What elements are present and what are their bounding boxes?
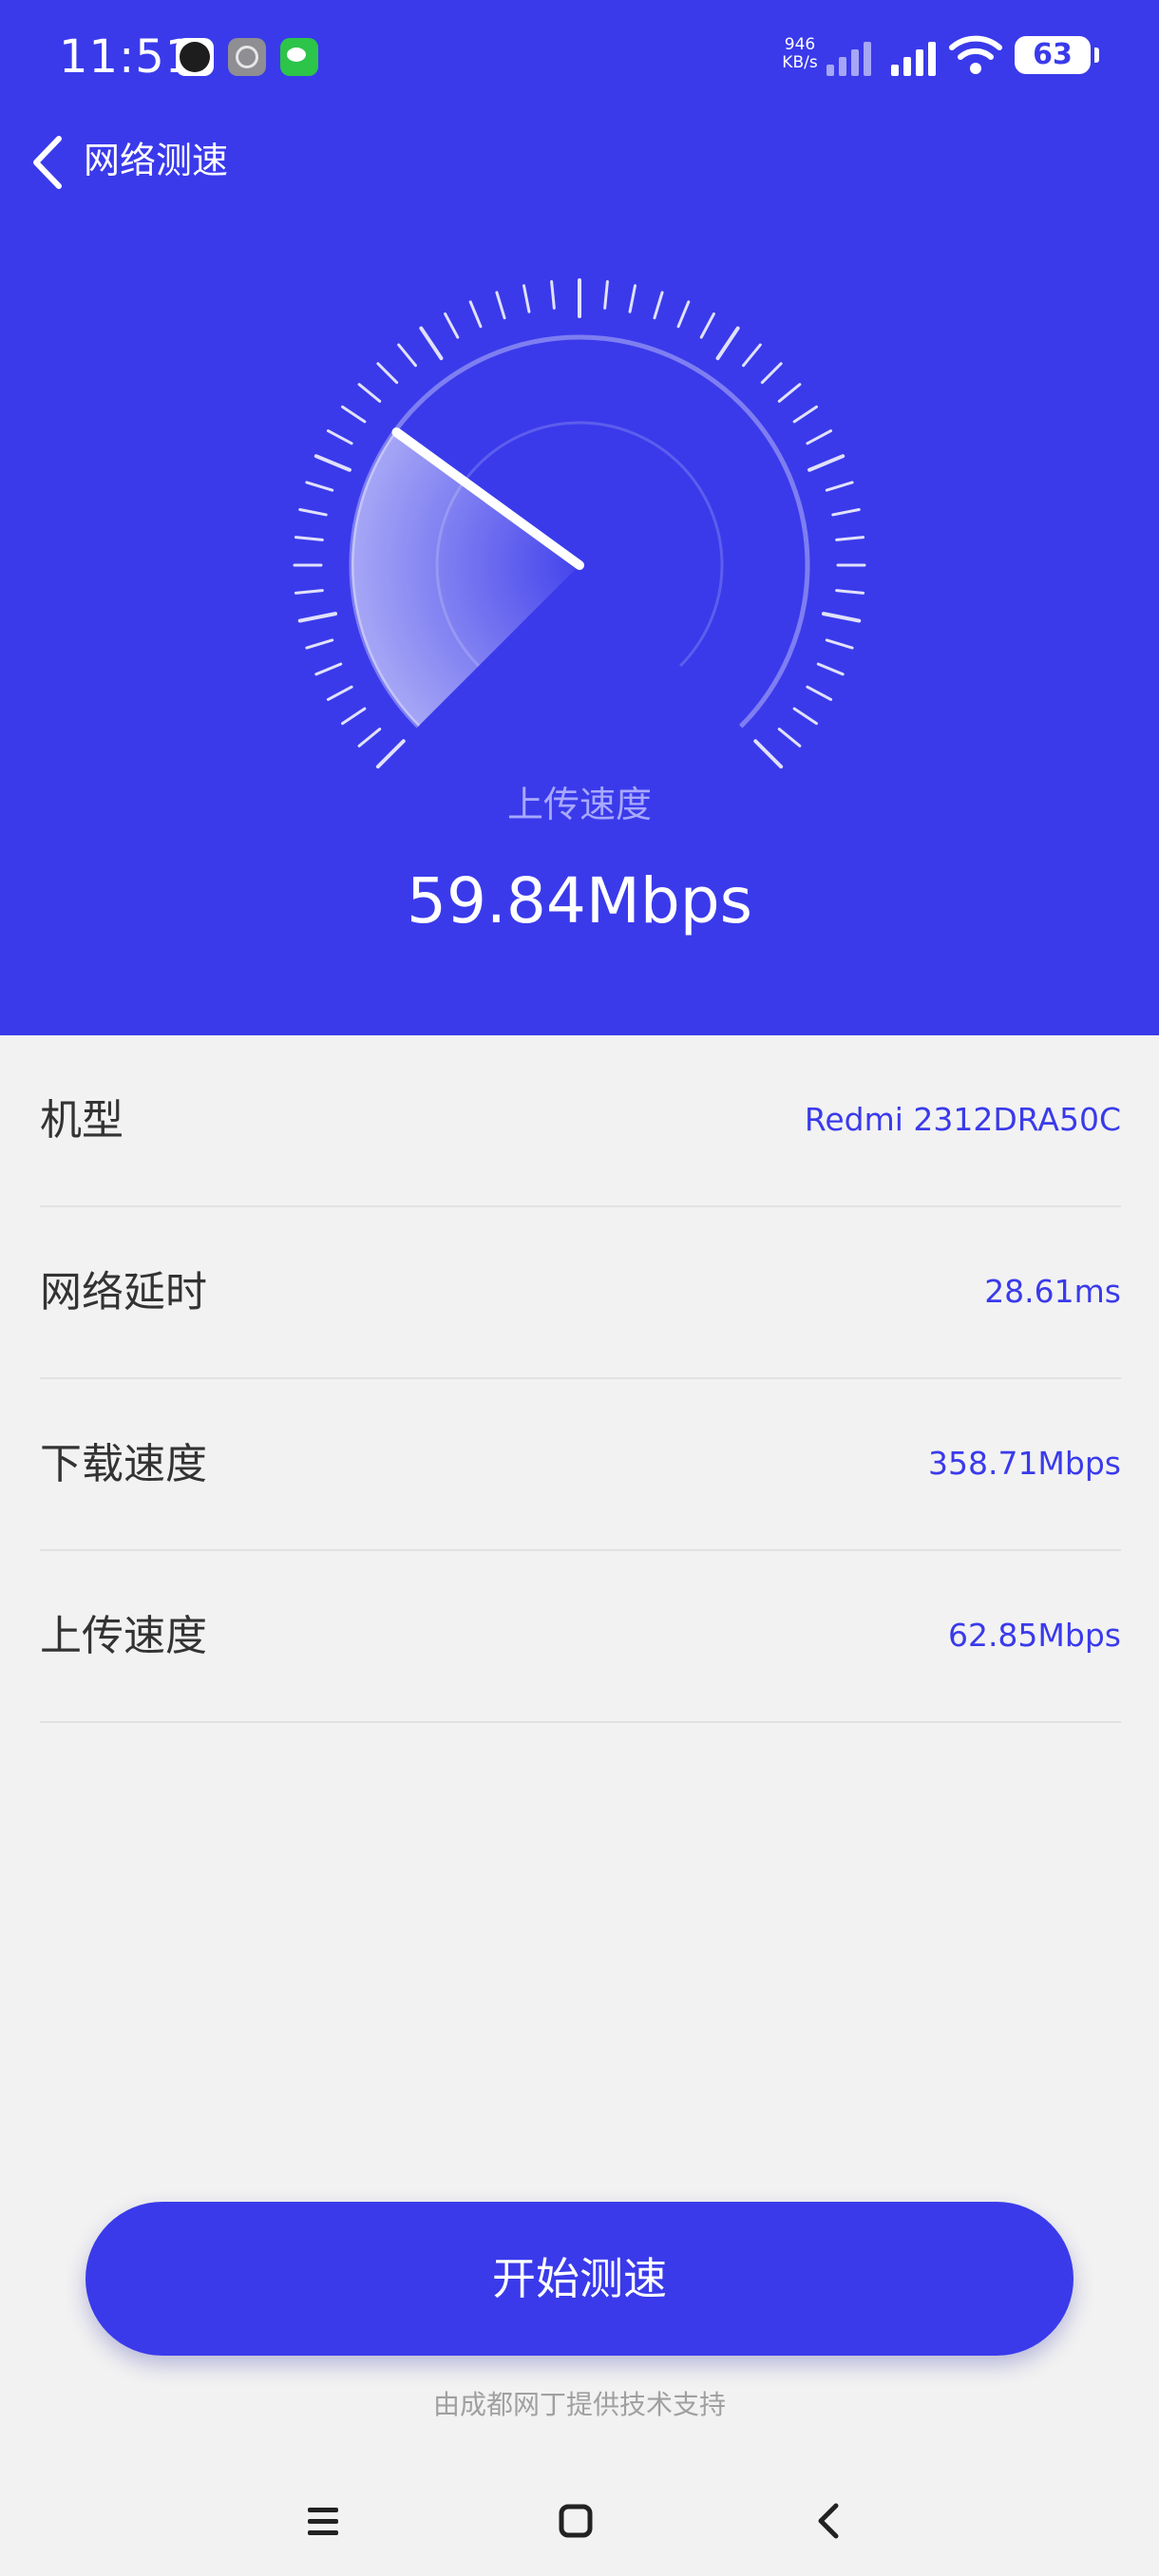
gauge-tick [419, 326, 444, 361]
info-list: 机型 Redmi 2312DRA50C 网络延时 28.61ms 下载速度 35… [40, 1035, 1121, 1723]
gauge-tick [341, 707, 367, 726]
info-value: 28.61ms [984, 1273, 1121, 1310]
signal-icon-sim1 [826, 36, 884, 76]
network-speed-unit: KB/s [782, 53, 818, 72]
gauge-tick [444, 312, 460, 339]
footer-credit: 由成都网丁提供技术支持 [432, 2389, 726, 2420]
network-speed-indicator: 946 KB/s [775, 36, 825, 72]
info-row-download: 下载速度 358.71Mbps [40, 1379, 1121, 1551]
info-value: Redmi 2312DRA50C [804, 1101, 1121, 1138]
start-speed-test-button[interactable]: 开始测速 [86, 2202, 1074, 2356]
gauge-tick [835, 536, 865, 541]
info-row-upload: 上传速度 62.85Mbps [40, 1551, 1121, 1723]
gauge-tick [628, 284, 637, 313]
gauge-tick [314, 454, 352, 472]
wifi-icon [949, 35, 1002, 74]
gauge-tick [294, 536, 324, 541]
gauge-tick [821, 612, 862, 623]
gauge-tick [742, 343, 762, 368]
gauge-tick [715, 326, 740, 361]
status-bar: 11:51 946 KB/s 63 [0, 0, 1159, 114]
gauge-tick [806, 429, 833, 445]
gauge-tick [522, 284, 531, 313]
home-icon[interactable] [545, 2491, 606, 2551]
wechat-app-icon [280, 38, 318, 76]
gauge-tick [825, 481, 854, 492]
info-row-latency: 网络延时 28.61ms [40, 1207, 1121, 1379]
gauge-tick [550, 279, 556, 310]
info-label: 机型 [40, 1096, 124, 1145]
gauge-tick [357, 383, 382, 403]
gauge-tick [825, 638, 854, 650]
battery-icon: 63 [1015, 36, 1099, 74]
network-speed-value: 946 [784, 35, 816, 54]
gauge-tick [816, 662, 845, 676]
gauge-tick [357, 728, 382, 748]
gauge-tick [376, 362, 399, 385]
status-time: 11:51 [59, 30, 196, 84]
gauge-tick [397, 343, 417, 368]
gauge-tick [760, 362, 783, 385]
gauge-tick [777, 383, 802, 403]
gauge-tick [305, 638, 334, 650]
gauge-tick [326, 429, 353, 445]
speed-test-hero: 11:51 946 KB/s 63 网络测速 上传速度 59.84Mbps [0, 0, 1159, 1035]
info-label: 上传速度 [40, 1612, 207, 1660]
gauge-progress-sweep [352, 430, 580, 727]
gauge-tick [699, 312, 715, 339]
gauge-tick [806, 685, 833, 701]
gauge-tick [297, 612, 338, 623]
info-label: 下载速度 [40, 1440, 207, 1488]
gauge-tick [294, 589, 324, 595]
gauge-tick [792, 405, 818, 424]
signal-icon [891, 36, 948, 76]
gauge-label: 上传速度 [506, 784, 652, 825]
chevron-left-icon[interactable] [21, 129, 78, 196]
clock-app-icon [176, 38, 214, 76]
info-value: 358.71Mbps [927, 1445, 1121, 1482]
info-value: 62.85Mbps [947, 1617, 1121, 1654]
gauge-tick [495, 291, 506, 320]
gauge-tick [305, 481, 334, 492]
gauge-tick [792, 707, 818, 726]
gauge-tick [753, 739, 784, 769]
gauge-tick [326, 685, 353, 701]
page-title: 网络测速 [84, 140, 229, 181]
settings-app-icon [228, 38, 266, 76]
gauge-tick [777, 728, 802, 748]
gauge-tick [676, 300, 691, 329]
gauge-tick [808, 454, 846, 472]
gauge-tick [298, 507, 328, 517]
gauge-tick [831, 507, 861, 517]
gauge-value: 59.84Mbps [406, 864, 753, 938]
gauge-tick [653, 291, 664, 320]
system-nav-bar [0, 2470, 1159, 2576]
info-label: 网络延时 [40, 1268, 207, 1316]
battery-level: 63 [1033, 38, 1073, 71]
speed-gauge [293, 278, 866, 769]
gauge-tick [341, 405, 367, 424]
menu-icon[interactable] [293, 2491, 353, 2551]
app-bar: 网络测速 [0, 123, 1159, 199]
gauge-tick [835, 589, 865, 595]
gauge-tick [468, 300, 483, 329]
info-row-model: 机型 Redmi 2312DRA50C [40, 1035, 1121, 1207]
back-icon[interactable] [798, 2491, 859, 2551]
gauge-tick [375, 739, 406, 769]
gauge-tick [603, 279, 609, 310]
gauge-tick [314, 662, 343, 676]
